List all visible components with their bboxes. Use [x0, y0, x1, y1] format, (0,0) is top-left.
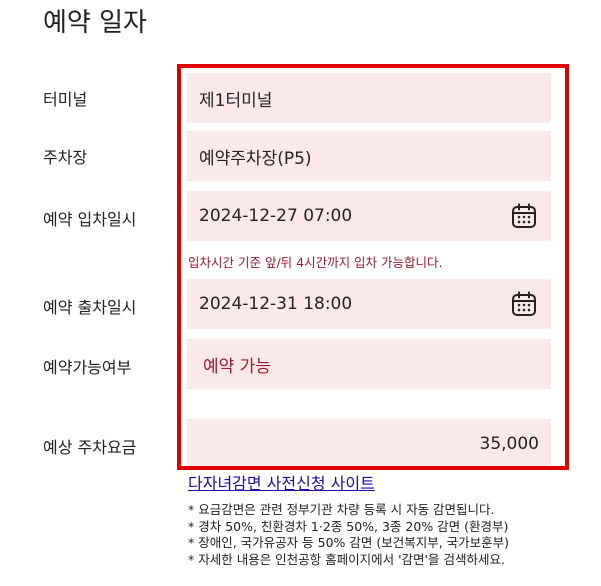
exit-datetime-input[interactable]	[199, 294, 511, 314]
fee-field: 35,000	[187, 419, 551, 469]
terminal-label: 터미널	[43, 90, 88, 109]
note-item: * 요금감면은 관련 정부기관 차량 등록 시 자동 감면됩니다.	[188, 502, 495, 517]
entry-datetime-input[interactable]	[199, 206, 511, 226]
exit-datetime-label: 예약 출차일시	[43, 298, 137, 317]
calendar-icon[interactable]	[511, 203, 537, 229]
availability-label: 예약가능여부	[43, 358, 132, 377]
terminal-field[interactable]: 제1터미널	[187, 73, 551, 123]
note-item: * 자세한 내용은 인천공항 홈페이지에서 '감면'을 검색하세요.	[188, 551, 505, 567]
parking-lot-field[interactable]: 예약주차장(P5)	[187, 131, 551, 181]
note-item: * 경차 50%, 친환경차 1·2종 50%, 3종 20% 감면 (환경부)	[188, 518, 509, 534]
entry-datetime-field[interactable]	[187, 191, 551, 241]
availability-status: 예약 가능	[203, 356, 271, 377]
fee-label: 예상 주차요금	[43, 438, 137, 457]
discount-notes: * 요금감면은 관련 정부기관 차량 등록 시 자동 감면됩니다. * 경차 5…	[188, 502, 509, 568]
note-item: * 장애인, 국가유공자 등 50% 감면 (보건복지부, 국가보훈부)	[188, 535, 510, 550]
availability-field: 예약 가능	[187, 339, 551, 389]
fee-value: 35,000	[479, 434, 539, 454]
exit-datetime-field[interactable]	[187, 279, 551, 329]
entry-datetime-label: 예약 입차일시	[43, 210, 137, 229]
terminal-value: 제1터미널	[199, 90, 273, 111]
parking-lot-label: 주차장	[43, 148, 88, 167]
parking-lot-value: 예약주차장(P5)	[199, 148, 312, 169]
calendar-icon[interactable]	[511, 291, 537, 317]
reservation-date-section: 예약 일자 터미널 제1터미널 주차장 예약주차장(P5) 예약 입차일시 입차…	[0, 0, 601, 586]
entry-time-hint: 입차시간 기준 앞/뒤 4시간까지 입차 가능합니다.	[188, 255, 443, 270]
discount-presignup-link[interactable]: 다자녀감면 사전신청 사이트	[188, 470, 375, 494]
section-title: 예약 일자	[43, 8, 147, 38]
